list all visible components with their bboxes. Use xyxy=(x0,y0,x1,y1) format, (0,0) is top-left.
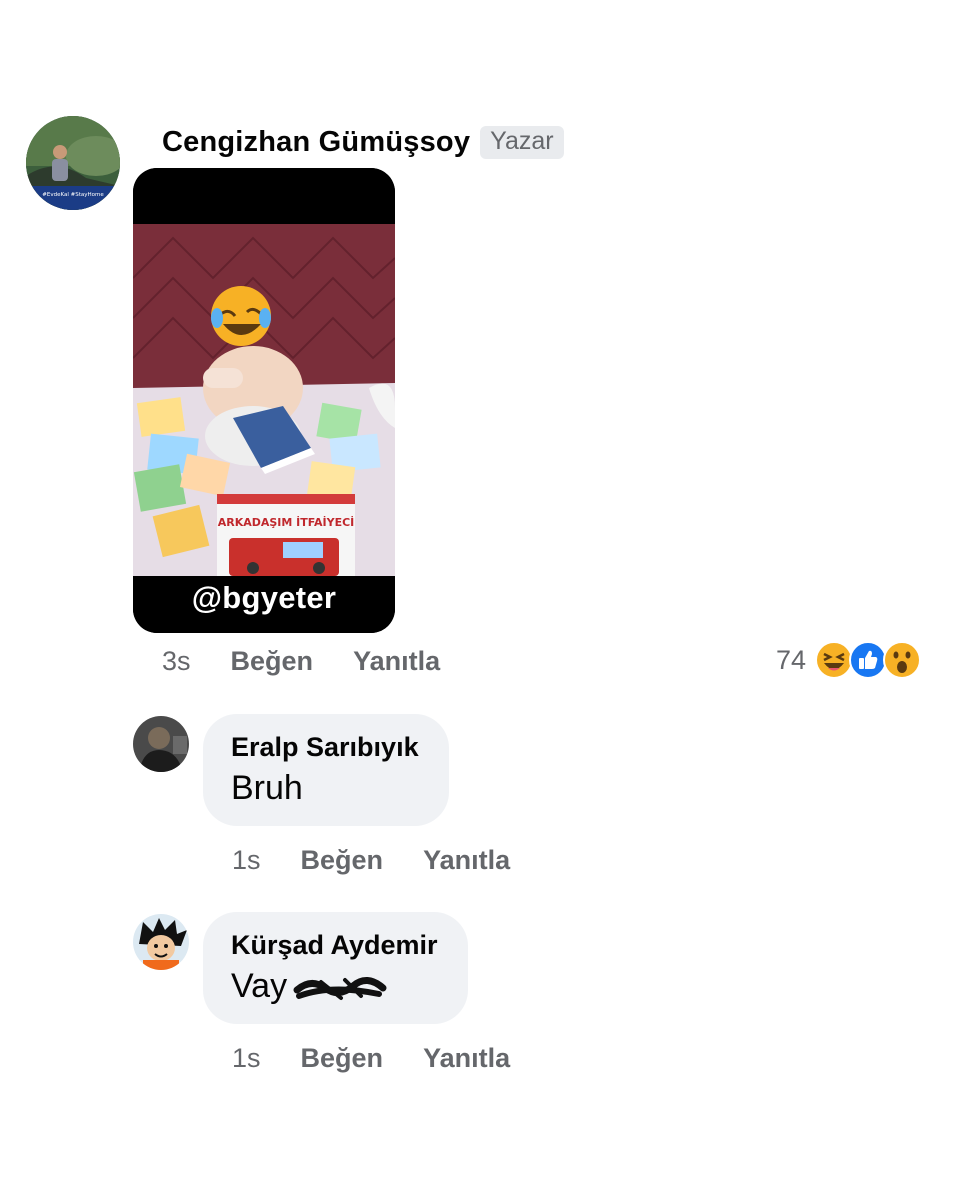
reaction-count: 74 xyxy=(776,644,807,675)
reaction-icons xyxy=(814,640,922,680)
photo-image: ARKADAŞIM İTFAİYECİ xyxy=(133,168,395,633)
author-avatar[interactable]: #EvdeKal #StayHome xyxy=(26,116,120,210)
reply-author-name[interactable]: Eralp Sarıbıyık xyxy=(231,732,419,763)
avatar-photo: #EvdeKal #StayHome xyxy=(26,116,120,210)
reply-button[interactable]: Yanıtla xyxy=(353,646,440,677)
reply-actions: 1s Beğen Yanıtla xyxy=(232,845,510,876)
comment-photo[interactable]: ARKADAŞIM İTFAİYECİ @bgyeter xyxy=(133,168,395,633)
book-title: ARKADAŞIM İTFAİYECİ xyxy=(218,515,355,529)
reply-time[interactable]: 1s xyxy=(232,845,261,876)
reply-like-button[interactable]: Beğen xyxy=(301,845,384,876)
reply-text: Vay xyxy=(231,967,288,1005)
reply-reply-button[interactable]: Yanıtla xyxy=(423,845,510,876)
reply-avatar[interactable] xyxy=(133,914,189,970)
reply-actions: 1s Beğen Yanıtla xyxy=(232,1043,510,1074)
reply-time[interactable]: 1s xyxy=(232,1043,261,1074)
reply-bubble: Eralp Sarıbıyık Bruh xyxy=(203,714,449,826)
reply-reply-button[interactable]: Yanıtla xyxy=(423,1043,510,1074)
photo-caption: @bgyeter xyxy=(191,580,337,615)
author-badge: Yazar xyxy=(480,126,564,159)
reply-bubble: Kürşad Aydemir Vay xyxy=(203,912,468,1024)
like-button[interactable]: Beğen xyxy=(231,646,314,677)
comment-time[interactable]: 3s xyxy=(162,646,191,677)
reaction-summary[interactable]: 74 xyxy=(776,640,922,680)
comment-header: Cengizhan Gümüşsoy Yazar xyxy=(162,126,564,159)
comment-author-name[interactable]: Cengizhan Gümüşsoy xyxy=(162,126,470,159)
censor-scribble xyxy=(293,976,387,1000)
reply-text-row: Vay xyxy=(231,967,438,1006)
avatar-text: #EvdeKal #StayHome xyxy=(42,192,104,198)
reply-avatar-cartoon xyxy=(133,914,189,970)
reply-like-button[interactable]: Beğen xyxy=(301,1043,384,1074)
reply-avatar[interactable] xyxy=(133,716,189,772)
reply-text: Bruh xyxy=(231,769,303,807)
wow-icon xyxy=(883,641,922,679)
reply-avatar-photo xyxy=(133,716,189,772)
comment-actions: 3s Beğen Yanıtla xyxy=(162,646,440,677)
reply-author-name[interactable]: Kürşad Aydemir xyxy=(231,930,438,961)
